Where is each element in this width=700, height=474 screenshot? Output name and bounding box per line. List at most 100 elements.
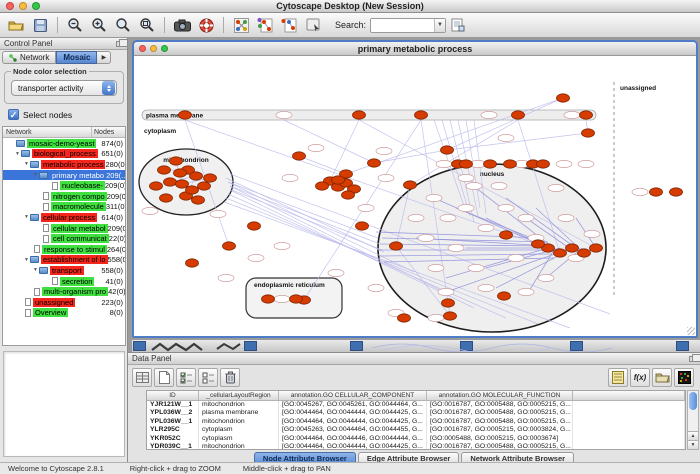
matrix-view-button[interactable]	[674, 368, 694, 387]
gene-label-node[interactable]	[440, 214, 456, 221]
gene-node[interactable]	[190, 172, 203, 180]
gene-node[interactable]	[554, 249, 567, 257]
gene-node[interactable]	[176, 180, 189, 188]
gene-label-node[interactable]	[518, 288, 534, 295]
scroll-up-button[interactable]: ▲	[688, 431, 698, 440]
gene-label-node[interactable]	[478, 284, 494, 291]
gene-node[interactable]	[398, 314, 411, 322]
gene-node[interactable]	[484, 160, 497, 168]
expand-triangle-icon[interactable]	[14, 151, 21, 157]
gene-label-node[interactable]	[218, 274, 234, 281]
gene-label-node[interactable]	[308, 144, 324, 151]
import-attributes-button[interactable]	[652, 368, 672, 387]
gene-node[interactable]	[578, 249, 591, 257]
function-builder-button[interactable]: f(x)	[630, 368, 650, 387]
gene-label-node[interactable]	[632, 188, 648, 195]
tree-row[interactable]: mosaic-demo-yeast874(0)	[3, 138, 125, 149]
delete-attribute-button[interactable]	[220, 368, 240, 387]
help-button[interactable]	[195, 15, 217, 36]
node-color-dropdown[interactable]: transporter activity	[11, 80, 117, 96]
gene-label-node[interactable]	[428, 314, 444, 321]
gene-node[interactable]	[342, 191, 355, 199]
search-index-button[interactable]	[447, 15, 469, 36]
gene-label-node[interactable]	[274, 295, 290, 302]
gene-node[interactable]	[179, 111, 192, 119]
gene-node[interactable]	[198, 182, 211, 190]
zoom-fit-button[interactable]	[136, 15, 158, 36]
gene-label-node[interactable]	[428, 264, 444, 271]
expand-triangle-icon[interactable]	[23, 257, 30, 263]
float-data-panel-icon[interactable]	[689, 356, 696, 362]
tree-row[interactable]: cell communicat22(0)	[3, 233, 125, 244]
table-row[interactable]: YKR052Ccytoplasm[GO:0044464, GO:0044446,…	[147, 435, 685, 443]
gene-node[interactable]	[650, 188, 663, 196]
gene-node[interactable]	[223, 242, 236, 250]
tree-row[interactable]: unassigned223(0)	[3, 297, 125, 308]
gene-node[interactable]	[404, 181, 417, 189]
gene-node[interactable]	[444, 312, 457, 320]
network-from-selection-button[interactable]	[230, 15, 252, 36]
gene-label-node[interactable]	[458, 174, 474, 181]
gene-label-node[interactable]	[210, 210, 226, 217]
open-file-button[interactable]	[5, 15, 27, 36]
table-column-header[interactable]: ID	[147, 391, 199, 400]
gene-node[interactable]	[174, 169, 187, 177]
gene-node[interactable]	[248, 222, 261, 230]
float-panel-icon[interactable]	[116, 41, 123, 47]
snapshot-button[interactable]	[171, 15, 193, 36]
unselect-attributes-button[interactable]	[198, 368, 218, 387]
expand-triangle-icon[interactable]	[23, 214, 30, 220]
gene-node[interactable]	[532, 240, 545, 248]
gene-node[interactable]	[316, 182, 329, 190]
tree-column-nodes[interactable]: Nodes	[92, 127, 125, 137]
table-row[interactable]: YLR295Ccytoplasm[GO:0045263, GO:0044464,…	[147, 426, 685, 434]
gene-node[interactable]	[557, 94, 570, 102]
tree-row[interactable]: response to stimul264(0)	[3, 244, 125, 255]
birds-eye-view[interactable]	[3, 351, 125, 457]
table-row[interactable]: YPL036W__1mitochondrion[GO:0044464, GO:0…	[147, 418, 685, 426]
gene-label-node[interactable]	[448, 244, 464, 251]
search-input[interactable]	[371, 19, 434, 31]
gene-label-node[interactable]	[538, 274, 554, 281]
zoom-out-button[interactable]	[64, 15, 86, 36]
gene-node[interactable]	[670, 188, 683, 196]
network-canvas[interactable]: plasma membranecytoplasmmitochondrionnuc…	[134, 56, 696, 336]
gene-label-node[interactable]	[498, 204, 514, 211]
gene-node[interactable]	[590, 244, 603, 252]
gene-node[interactable]	[512, 111, 525, 119]
gene-node[interactable]	[353, 111, 366, 119]
gene-label-node[interactable]	[578, 160, 594, 167]
table-column-header[interactable]: annotation.GO MOLECULAR_FUNCTION	[427, 391, 573, 400]
gene-label-node[interactable]	[548, 184, 564, 191]
zoom-in-button[interactable]	[88, 15, 110, 36]
tab-mosaic[interactable]: Mosaic	[56, 51, 97, 64]
tree-row[interactable]: establishment of lo558(0)	[3, 255, 125, 266]
gene-label-node[interactable]	[478, 224, 494, 231]
gene-node[interactable]	[537, 160, 550, 168]
tree-row[interactable]: metabolic process280(0)	[3, 159, 125, 170]
network-window-titlebar[interactable]: primary metabolic process	[134, 42, 696, 56]
zoom-selected-button[interactable]	[112, 15, 134, 36]
tab-network[interactable]: Network	[2, 51, 56, 64]
gene-node[interactable]	[186, 186, 199, 194]
tree-row[interactable]: nucleobase-209(0)	[3, 180, 125, 191]
gene-node[interactable]	[566, 244, 579, 252]
resize-grip[interactable]	[687, 327, 695, 335]
network-overlay-button[interactable]	[278, 15, 300, 36]
gene-node[interactable]	[368, 159, 381, 167]
save-button[interactable]	[29, 15, 51, 36]
gene-node[interactable]	[192, 196, 205, 204]
tree-row[interactable]: macromolecule311(0)	[3, 202, 125, 213]
gene-label-node[interactable]	[408, 214, 424, 221]
gene-label-node[interactable]	[584, 230, 600, 237]
tree-row[interactable]: cellular process614(0)	[3, 212, 125, 223]
scrollbar-thumb[interactable]	[689, 392, 697, 410]
network-view-button[interactable]	[254, 15, 276, 36]
search-dropdown-button[interactable]: ▼	[434, 19, 445, 32]
gene-node[interactable]	[164, 178, 177, 186]
gene-node[interactable]	[390, 242, 403, 250]
gene-node[interactable]	[356, 222, 369, 230]
table-column-header[interactable]: _cellularLayoutRegion	[199, 391, 279, 400]
expand-triangle-icon[interactable]	[32, 267, 39, 273]
table-scrollbar[interactable]: ▲ ▼	[687, 390, 699, 450]
